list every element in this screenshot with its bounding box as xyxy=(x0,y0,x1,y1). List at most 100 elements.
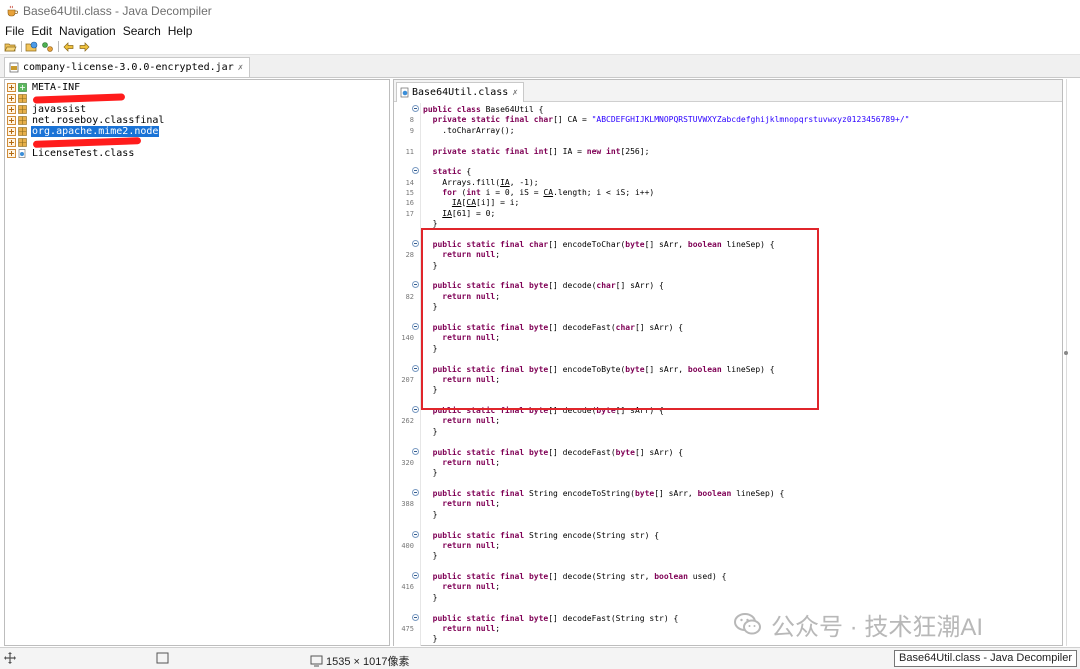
class-file-icon xyxy=(400,87,409,98)
source-editor: Base64Util.class ✗ 8 9 11 14 15 16 17 28 82 140 20… xyxy=(393,79,1063,646)
tree-item[interactable]: LicenseTest.class xyxy=(7,148,135,159)
tree-item-label: META-INF xyxy=(32,82,81,93)
open-type-icon[interactable] xyxy=(25,41,38,53)
fold-toggle-icon[interactable] xyxy=(412,239,419,247)
tree-item[interactable]: org.apache.mime2.node xyxy=(7,126,160,137)
code-line: return null; xyxy=(442,250,501,260)
line-number: 9 xyxy=(409,126,414,135)
taskbar-tooltip: Base64Util.class - Java Decompiler xyxy=(894,650,1078,667)
line-number-gutter: 8 9 11 14 15 16 17 28 82 140 207 262 320 388 400 416 475 xyxy=(394,103,421,646)
jar-tab-row: company-license-3.0.0-encrypted.jar ✗ xyxy=(0,55,1080,78)
code-line: return null; xyxy=(442,374,501,384)
menu-bar: File Edit Navigation Search Help xyxy=(0,22,1080,39)
code-text[interactable]: public class Base64Util { private static… xyxy=(422,103,1062,646)
menu-navigation[interactable]: Navigation xyxy=(59,24,116,38)
menu-help[interactable]: Help xyxy=(168,24,193,38)
fold-toggle-icon[interactable] xyxy=(412,322,419,330)
fold-toggle-icon[interactable] xyxy=(412,105,419,112)
expand-icon[interactable] xyxy=(7,149,16,158)
title-bar: Base64Util.class - Java Decompiler xyxy=(0,0,1080,22)
close-icon[interactable]: ✗ xyxy=(238,63,243,73)
jar-tab[interactable]: company-license-3.0.0-encrypted.jar ✗ xyxy=(4,57,251,77)
package-tree: META-INF javassist net.roseboy.classfina… xyxy=(4,79,390,646)
watermark: 公众号 · 技术狂潮AI xyxy=(733,608,983,641)
code-line: } xyxy=(423,592,438,602)
expand-icon[interactable] xyxy=(7,94,16,103)
line-number: 475 xyxy=(401,625,414,633)
package-icon xyxy=(18,105,27,114)
open-file-icon[interactable] xyxy=(4,41,17,53)
code-line: private static final int[] IA = new int[… xyxy=(432,146,650,156)
expand-icon[interactable] xyxy=(7,127,16,136)
code-line: IA[CA[i]] = i; xyxy=(451,198,520,208)
code-line: } xyxy=(423,509,438,519)
tree-item[interactable]: javassist xyxy=(7,104,87,115)
code-line: public static final byte[] decode(byte[]… xyxy=(432,406,664,416)
editor-tab[interactable]: Base64Util.class ✗ xyxy=(396,82,524,102)
image-size: 1535 × 1017像素 xyxy=(310,653,409,669)
code-line: public class Base64Util { xyxy=(423,105,544,114)
code-line: } xyxy=(423,302,438,312)
code-line: return null; xyxy=(442,416,501,426)
tree-item[interactable] xyxy=(7,93,33,104)
code-line: return null; xyxy=(442,540,501,550)
tree-item[interactable] xyxy=(7,137,33,148)
move-icon[interactable] xyxy=(4,652,16,664)
toolbar-separator xyxy=(21,41,22,52)
code-line: return null; xyxy=(442,291,501,301)
back-arrow-icon[interactable] xyxy=(62,41,75,53)
expand-icon[interactable] xyxy=(7,138,16,147)
line-number: 8 xyxy=(409,116,414,125)
close-icon[interactable]: ✗ xyxy=(512,88,517,98)
folder-icon xyxy=(18,83,27,92)
package-icon xyxy=(18,94,27,103)
fold-toggle-icon[interactable] xyxy=(412,572,419,580)
code-line: public static final byte[] decodeFast(by… xyxy=(432,447,684,457)
jar-tab-label: company-license-3.0.0-encrypted.jar xyxy=(23,62,234,73)
expand-icon[interactable] xyxy=(7,83,16,92)
fold-toggle-icon[interactable] xyxy=(412,364,419,372)
code-line: public static final char[] encodeToChar(… xyxy=(432,239,775,249)
code-line: static { xyxy=(432,167,472,177)
java-cup-icon xyxy=(7,5,18,17)
menu-edit[interactable]: Edit xyxy=(31,24,52,38)
expand-icon[interactable] xyxy=(7,105,16,114)
code-line: return null; xyxy=(442,457,501,467)
forward-arrow-icon[interactable] xyxy=(78,41,91,53)
line-number: 262 xyxy=(401,417,414,426)
code-line: return null; xyxy=(442,582,501,592)
code-line: public static final byte[] decodeFast(St… xyxy=(432,613,679,623)
tree-item-label: org.apache.mime2.node xyxy=(31,126,160,137)
code-line: } xyxy=(423,343,438,353)
code-line: } xyxy=(423,468,438,478)
fold-toggle-icon[interactable] xyxy=(412,489,419,497)
line-number: 207 xyxy=(401,375,414,384)
code-line: for (int i = 0, iS = CA.length; i < iS; … xyxy=(442,188,655,198)
code-line: public static final String encode(String… xyxy=(432,530,660,540)
expand-icon[interactable] xyxy=(7,116,16,125)
tree-item[interactable]: net.roseboy.classfinal xyxy=(7,115,165,126)
fold-toggle-icon[interactable] xyxy=(412,447,419,455)
code-line: } xyxy=(423,426,438,436)
type-hierarchy-icon[interactable] xyxy=(41,41,54,53)
tree-item[interactable]: META-INF xyxy=(7,82,81,93)
fold-toggle-icon[interactable] xyxy=(412,406,419,414)
code-line: } xyxy=(423,551,438,561)
selection-icon[interactable] xyxy=(156,652,169,664)
jar-file-icon xyxy=(9,62,19,73)
code-line: .toCharArray(); xyxy=(423,125,515,135)
fold-toggle-icon[interactable] xyxy=(412,167,419,175)
fold-toggle-icon[interactable] xyxy=(412,281,419,289)
image-size-text: 1535 × 1017像素 xyxy=(326,656,410,668)
menu-file[interactable]: File xyxy=(5,24,24,38)
code-line: public static final byte[] decodeFast(ch… xyxy=(432,322,684,332)
redaction-mark xyxy=(32,137,142,148)
resize-handle[interactable] xyxy=(1064,351,1068,355)
menu-search[interactable]: Search xyxy=(123,24,161,38)
code-line: } xyxy=(423,260,438,270)
code-line: public static final byte[] encodeToByte(… xyxy=(432,364,775,374)
code-line: } xyxy=(423,385,438,395)
fold-toggle-icon[interactable] xyxy=(412,530,419,538)
fold-toggle-icon[interactable] xyxy=(412,613,419,621)
package-icon xyxy=(18,116,27,125)
